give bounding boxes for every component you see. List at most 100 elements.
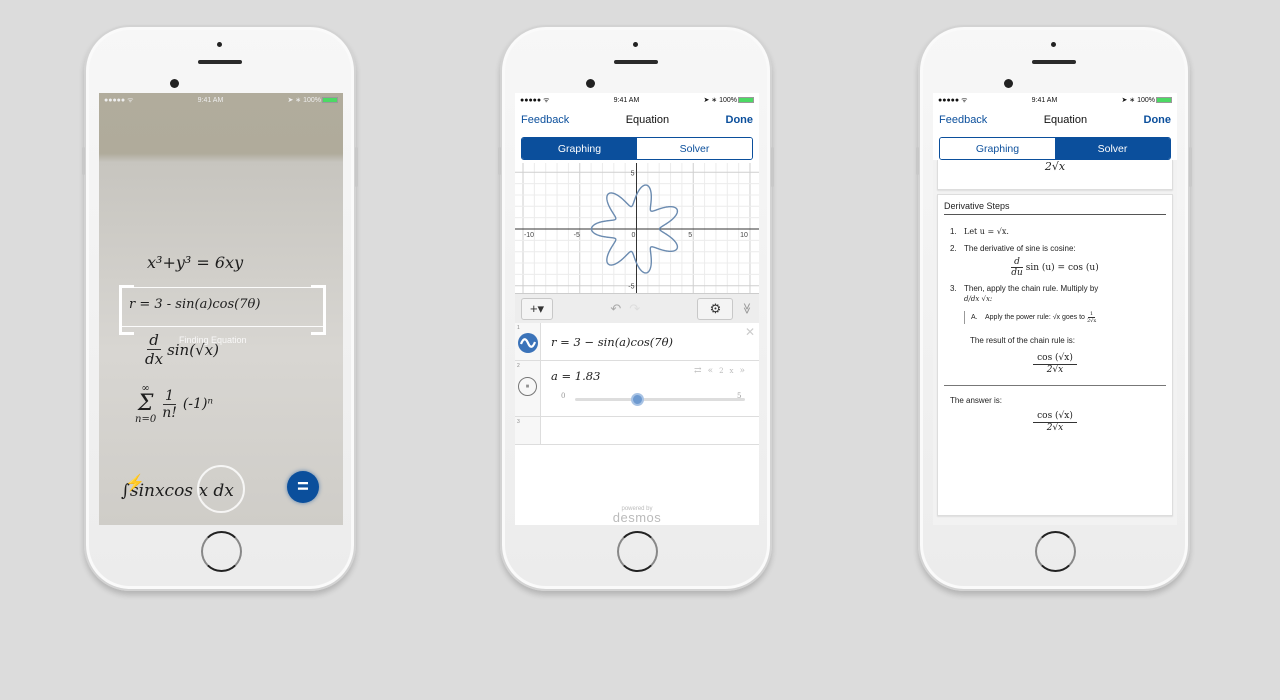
expression-row-2[interactable]: 2 ⏸ a = 1.83 ⇄«2x» 0 5 [515, 361, 759, 417]
pause-slider-button[interactable]: ⏸ [518, 377, 537, 396]
nav-bar: Feedback Equation Done [515, 107, 759, 133]
sum-symbol: ∞ Σn=0 [135, 383, 156, 425]
sensor-dot [1051, 42, 1056, 47]
expression-row-1[interactable]: 1 r = 3 − sin(a)cos(7θ) ✕ [515, 323, 759, 361]
faster-icon[interactable]: » [739, 366, 751, 376]
handwritten-eq-3: d dx sin(√x) [145, 331, 219, 368]
graph-canvas[interactable]: -10 -5 0 5 10 5 -5 [515, 149, 759, 309]
slider-expression[interactable]: a = 1.83 ⇄«2x» 0 5 [541, 361, 759, 416]
undo-icon[interactable]: ↶ [610, 301, 621, 317]
battery-icon [1155, 97, 1172, 104]
handwritten-fraction: 1 n! [162, 388, 177, 421]
phone-camera: ●●●●● ᯤ 9:41 AM ➤ ∗ 100% x³+y³ = 6xy r =… [82, 25, 358, 591]
frac-num: d [1014, 257, 1020, 267]
step-2-formula: d du sin (u) = cos (u) [938, 257, 1172, 278]
expression-input[interactable] [541, 417, 759, 444]
sum-lower: n=0 [135, 414, 157, 425]
frac-den: n! [162, 404, 177, 421]
home-button[interactable] [1035, 531, 1076, 572]
desmos-logo: desmos [612, 510, 662, 525]
y-tick-label: -5 [628, 284, 634, 291]
expression-text: a = 1.83 [551, 369, 601, 383]
feedback-button[interactable]: Feedback [939, 114, 987, 126]
battery-status: ➤ ∗ 100% [703, 96, 754, 104]
front-camera-icon [170, 79, 179, 88]
speaker-grille [198, 60, 242, 64]
tab-graphing[interactable]: Graphing [940, 138, 1055, 159]
derivative-fraction: d dx [145, 331, 163, 368]
a-slider-handle[interactable] [631, 393, 645, 406]
battery-label: ➤ ∗ 100% [1121, 97, 1155, 104]
speed-label[interactable]: 2x [719, 367, 739, 375]
frac-den: 2√x [1046, 423, 1064, 433]
delete-expression-icon[interactable]: ✕ [745, 325, 755, 339]
x-tick-label: 0 [632, 232, 636, 239]
phone-graphing: ●●●●● ᯤ 9:41 AM ➤ ∗ 100% Feedback Equati… [498, 25, 774, 591]
battery-icon [737, 97, 754, 104]
expression-text: r = 3 − sin(a)cos(7θ) [551, 335, 674, 349]
substep-index: A. [971, 314, 978, 321]
expression-row-3[interactable]: 3 [515, 417, 759, 445]
redo-icon[interactable]: ↷ [629, 301, 640, 317]
handwritten-eq-1: x³+y³ = 6xy [147, 253, 244, 272]
feedback-button[interactable]: Feedback [521, 114, 569, 126]
solve-equals-button[interactable]: = [287, 471, 319, 503]
tab-solver[interactable]: Solver [1055, 138, 1170, 159]
frac-num: d [147, 331, 161, 350]
tab-solver[interactable]: Solver [637, 138, 752, 159]
graph-svg: -10 -5 0 5 10 5 -5 [515, 149, 759, 309]
done-button[interactable]: Done [726, 114, 754, 126]
done-button[interactable]: Done [1144, 114, 1172, 126]
answer-label: The answer is: [950, 396, 1003, 405]
x-tick-label: 10 [740, 232, 748, 239]
step-text: Then, apply the chain rule. Multiply by [964, 284, 1099, 293]
frac-num: 1 [163, 387, 176, 405]
nav-bar: Feedback Equation Done [933, 107, 1177, 133]
power-button [771, 147, 774, 187]
slider-min: 0 [561, 392, 566, 400]
add-expression-button[interactable]: +▾ [521, 297, 553, 320]
expression-input[interactable]: r = 3 − sin(a)cos(7θ) ✕ [541, 323, 759, 360]
step-1: 1. Let u = √x. [950, 227, 1164, 236]
a-slider-track[interactable] [575, 393, 745, 406]
sensor-dot [633, 42, 638, 47]
loop-icon[interactable]: ⇄ [694, 366, 708, 376]
chain-result-label: The result of the chain rule is: [970, 336, 1075, 345]
x-tick-label: -10 [524, 232, 534, 239]
y-tick-label: 5 [631, 170, 635, 177]
signal-icon: ●●●●● ᯤ [938, 96, 968, 104]
step-3-formula: d/dx √x: [964, 295, 993, 303]
step-3: 3. Then, apply the chain rule. Multiply b… [950, 284, 1164, 293]
nav-title: Equation [625, 114, 670, 126]
expression-gutter: 2 ⏸ [515, 361, 541, 416]
chain-result-formula: cos (√x) 2√x [938, 353, 1172, 375]
status-time: 9:41 AM [197, 96, 224, 104]
shutter-button[interactable] [197, 465, 245, 513]
sigma: Σ [137, 391, 154, 416]
phone-solver: ●●●●● ᯤ 9:41 AM ➤ ∗ 100% Feedback Equati… [916, 25, 1192, 591]
front-camera-icon [586, 79, 595, 88]
x-tick-label: -5 [574, 232, 580, 239]
camera-screen[interactable]: ●●●●● ᯤ 9:41 AM ➤ ∗ 100% x³+y³ = 6xy r =… [99, 93, 343, 525]
flash-icon[interactable]: ⚡ [125, 473, 145, 493]
pause-icon: ⏸ [525, 382, 530, 390]
home-button[interactable] [617, 531, 658, 572]
expression-number: 3 [517, 419, 520, 425]
tab-graphing[interactable]: Graphing [522, 138, 637, 159]
solver-content[interactable]: 2√x Derivative Steps 1. Let u = √x. 2. The… [933, 160, 1177, 525]
handwritten-rest: (-1)ⁿ [182, 396, 214, 412]
step-2: 2. The derivative of sine is cosine: [950, 244, 1164, 253]
battery-status: ➤ ∗ 100% [1121, 96, 1172, 104]
slower-icon[interactable]: « [708, 366, 720, 376]
substep-text: Apply the power rule: √x goes to [985, 314, 1085, 321]
settings-gear-icon[interactable]: ⚙ [697, 297, 734, 320]
collapse-chevron-icon[interactable]: ≫ [741, 303, 754, 315]
mode-tabs: Graphing Solver [939, 137, 1171, 160]
frac-num: cos (√x) [1033, 411, 1077, 423]
home-button[interactable] [201, 531, 242, 572]
curve-color-icon[interactable] [518, 333, 538, 353]
nav-title: Equation [1043, 114, 1088, 126]
step-text: The derivative of sine is cosine: [964, 244, 1076, 253]
mode-tabs: Graphing Solver [521, 137, 753, 160]
expression-toolbar: +▾ ↶ ↷ ⚙ ≫ [515, 293, 759, 323]
